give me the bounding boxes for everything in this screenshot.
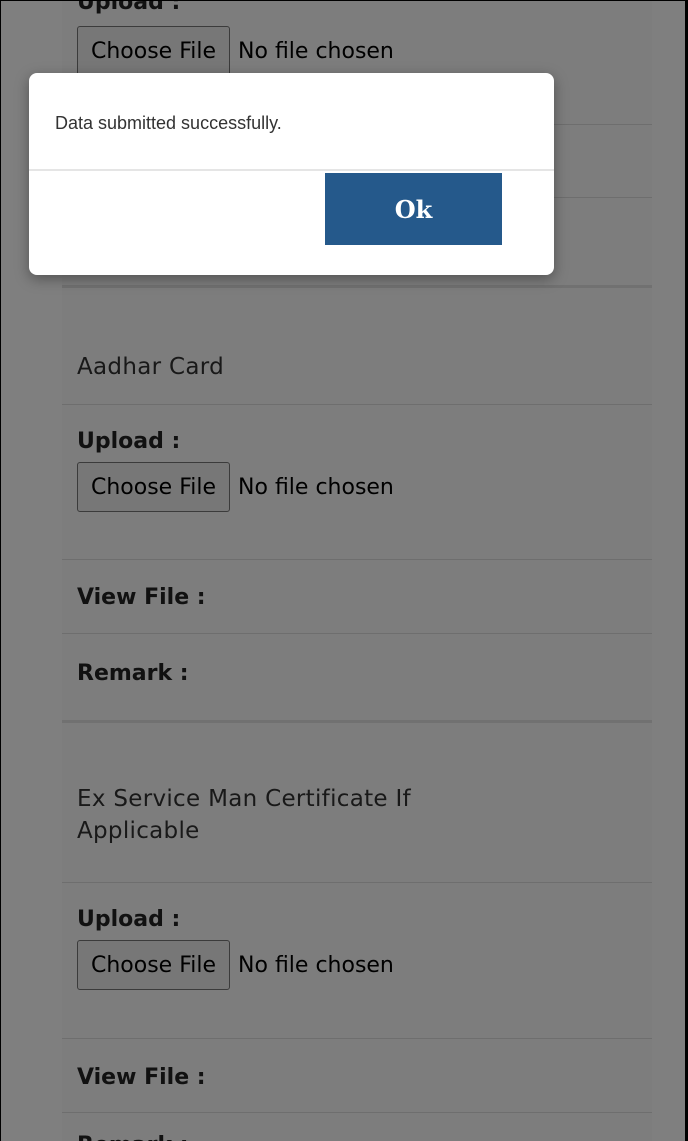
success-dialog: Data submitted successfully. Ok xyxy=(29,73,554,275)
dialog-message: Data submitted successfully. xyxy=(55,113,282,133)
ok-button[interactable]: Ok xyxy=(325,173,502,245)
dialog-divider xyxy=(29,169,554,171)
browser-viewport: Upload : Choose File No file chosen Aadh… xyxy=(0,0,688,1141)
